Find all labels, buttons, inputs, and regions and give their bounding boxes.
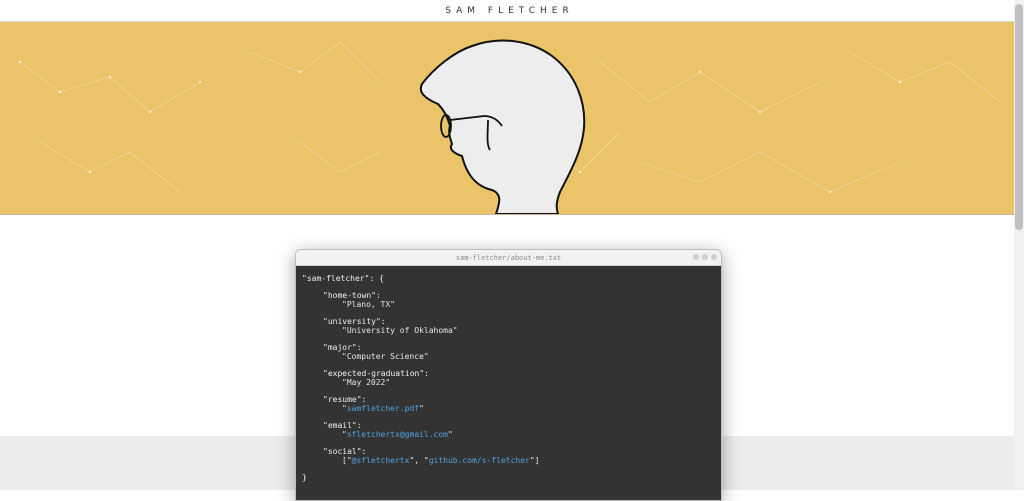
about-me-window: sam-fletcher/about-me.txt "sam-fletcher"… bbox=[295, 249, 722, 501]
social-link-github[interactable]: github.com/s-fletcher bbox=[429, 456, 530, 465]
avatar bbox=[419, 39, 586, 214]
window-title: sam-fletcher/about-me.txt bbox=[455, 253, 562, 262]
social-key: "social": bbox=[323, 447, 367, 456]
site-header: SAM FLETCHER bbox=[0, 0, 1014, 22]
scrollbar-thumb[interactable] bbox=[1015, 4, 1023, 230]
university-value: "University of Oklahoma" bbox=[342, 326, 458, 335]
avatar-silhouette bbox=[419, 39, 586, 214]
home-town-value: "Plano, TX" bbox=[342, 300, 395, 309]
root-key: "sam-fletcher": { bbox=[302, 274, 384, 283]
resume-value: "samfletcher.pdf" bbox=[342, 404, 424, 413]
university-key: "university": bbox=[323, 317, 386, 326]
resume-key: "resume": bbox=[323, 395, 367, 404]
social-value: ["@sfletchertx", "github.com/s-fletcher"… bbox=[342, 456, 540, 465]
window-controls bbox=[693, 254, 717, 260]
window-control-dot[interactable] bbox=[711, 254, 717, 260]
email-key: "email": bbox=[323, 421, 362, 430]
graduation-key: "expected-graduation": bbox=[323, 369, 429, 378]
major-value: "Computer Science" bbox=[342, 352, 429, 361]
hero-banner bbox=[0, 22, 1014, 215]
home-town-key: "home-town": bbox=[323, 291, 381, 300]
graduation-value: "May 2022" bbox=[342, 378, 391, 387]
terminal-content: "sam-fletcher": { "home-town": "Plano, T… bbox=[296, 266, 721, 500]
window-titlebar: sam-fletcher/about-me.txt bbox=[296, 250, 721, 266]
email-link[interactable]: sfletchertx@gmail.com bbox=[347, 430, 448, 439]
major-key: "major": bbox=[323, 343, 362, 352]
closing-brace: } bbox=[302, 473, 307, 482]
window-control-dot[interactable] bbox=[702, 254, 708, 260]
site-title[interactable]: SAM FLETCHER bbox=[440, 6, 574, 16]
social-link-twitter[interactable]: @sfletchertx bbox=[352, 456, 410, 465]
email-value: "sfletchertx@gmail.com" bbox=[342, 430, 453, 439]
window-control-dot[interactable] bbox=[693, 254, 699, 260]
resume-link[interactable]: samfletcher.pdf bbox=[347, 404, 419, 413]
